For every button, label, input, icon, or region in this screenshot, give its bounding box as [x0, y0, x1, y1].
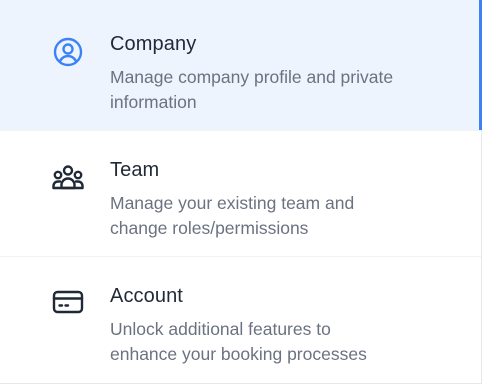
- nav-item-company[interactable]: Company Manage company profile and priva…: [0, 0, 482, 131]
- nav-item-description: Unlock additional features to enhance yo…: [110, 317, 450, 367]
- nav-item-account[interactable]: Account Unlock additional features to en…: [0, 257, 481, 384]
- description-line: enhance your booking processes: [110, 344, 367, 364]
- description-line: information: [110, 92, 197, 112]
- nav-item-title: Team: [110, 159, 160, 181]
- description-line: change roles/permissions: [110, 218, 309, 238]
- description-line: Manage your existing team and: [110, 193, 355, 213]
- user-circle-icon: [51, 35, 85, 69]
- nav-item-team[interactable]: Team Manage your existing team and chang…: [0, 131, 481, 257]
- nav-item-description: Manage company profile and private infor…: [110, 65, 450, 115]
- credit-card-icon: [51, 285, 85, 319]
- nav-item-title: Company: [110, 33, 197, 55]
- team-icon: [51, 161, 85, 195]
- nav-item-title: Account: [110, 285, 183, 307]
- settings-nav: Company Manage company profile and priva…: [0, 0, 482, 384]
- description-line: Unlock additional features to: [110, 319, 331, 339]
- description-line: Manage company profile and private: [110, 67, 394, 87]
- nav-item-description: Manage your existing team and change rol…: [110, 191, 450, 241]
